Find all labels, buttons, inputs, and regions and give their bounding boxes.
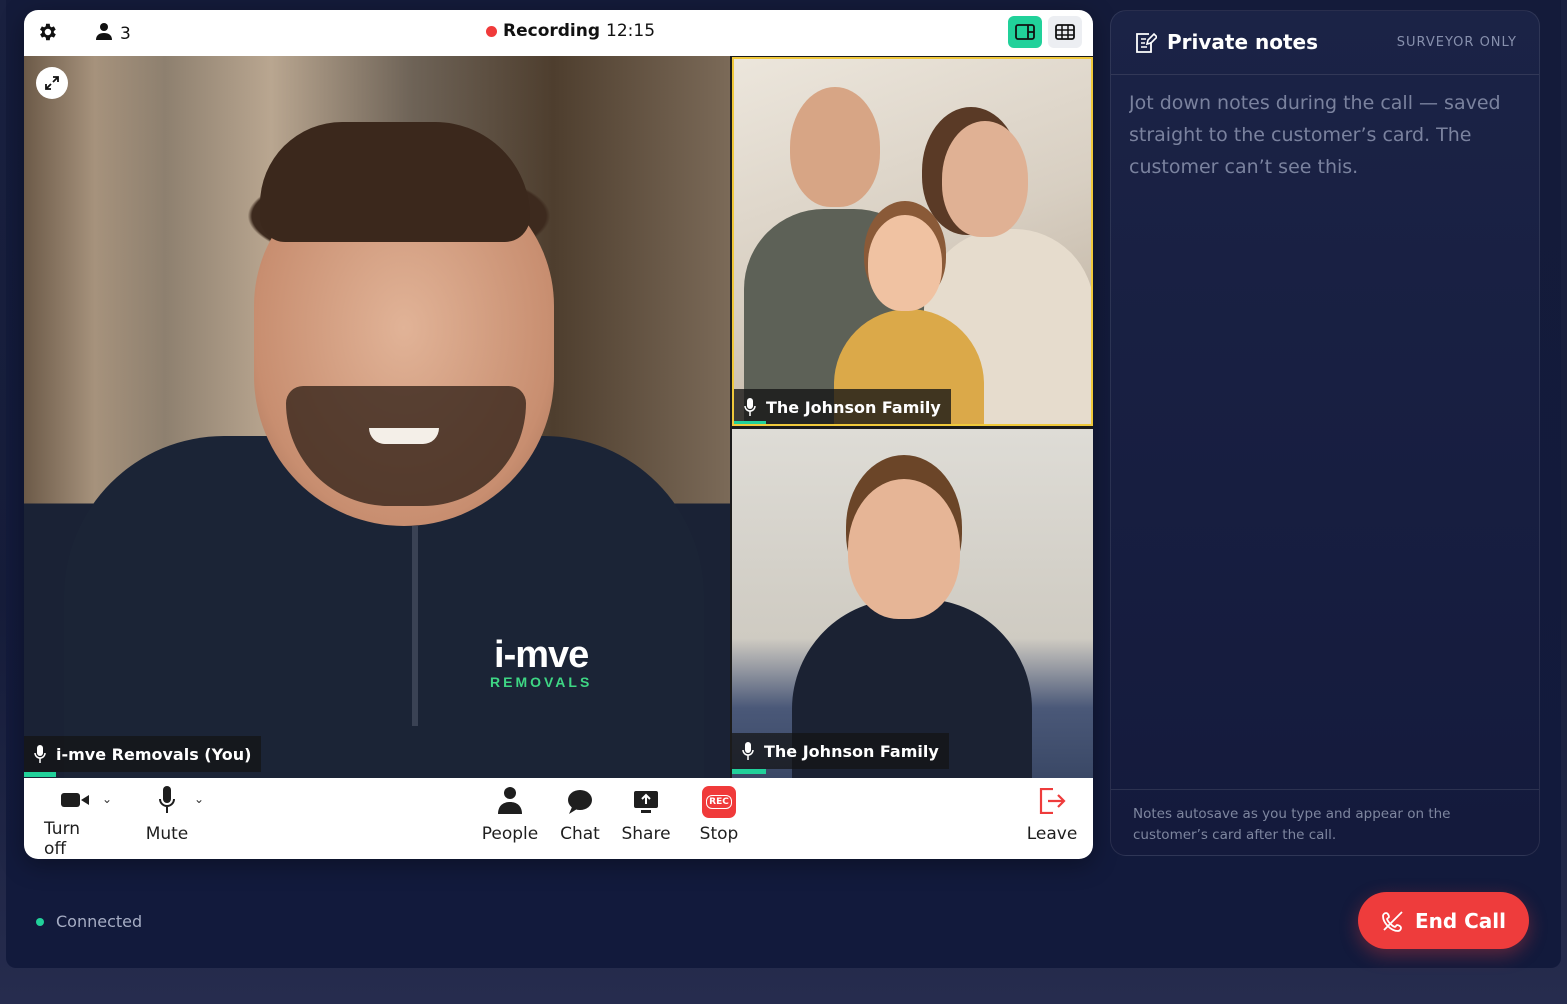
main-video-tile[interactable]: i-mve REMOVALS i-mve Removals (You) bbox=[24, 56, 730, 778]
tile-name-family: The Johnson Family bbox=[766, 397, 941, 417]
notes-textarea[interactable] bbox=[1129, 87, 1521, 777]
call-window: 3 Recording 12:15 i-mve REMOVALS i-mve R… bbox=[24, 10, 1093, 859]
end-call-label: End Call bbox=[1414, 908, 1507, 933]
tile-name-tag-teen: The Johnson Family bbox=[732, 733, 949, 769]
camera-options-chevron-icon[interactable]: ⌄ bbox=[102, 792, 112, 806]
call-topbar: 3 Recording 12:15 bbox=[24, 10, 1093, 56]
fullscreen-button[interactable] bbox=[36, 67, 68, 99]
camera-button[interactable]: Turn off bbox=[44, 778, 106, 859]
recording-label: Recording bbox=[503, 21, 601, 41]
participant-count-value: 3 bbox=[120, 23, 131, 44]
mic-icon bbox=[34, 745, 46, 763]
expand-icon bbox=[45, 76, 59, 90]
edit-note-icon bbox=[1133, 31, 1159, 59]
settings-icon[interactable] bbox=[36, 21, 58, 43]
video-stage: i-mve REMOVALS i-mve Removals (You) The … bbox=[24, 56, 1093, 778]
chat-button[interactable]: Chat bbox=[554, 778, 606, 859]
speaking-indicator bbox=[732, 769, 766, 774]
chat-label: Chat bbox=[560, 824, 600, 844]
grid-icon bbox=[1055, 24, 1075, 40]
private-notes-panel: Private notes SURVEYOR ONLY Notes autosa… bbox=[1110, 10, 1540, 856]
tile-name-tag-main: i-mve Removals (You) bbox=[24, 736, 262, 772]
participant-count[interactable]: 3 bbox=[96, 22, 131, 45]
sidebar-layout-icon bbox=[1015, 24, 1035, 40]
end-call-button[interactable]: End Call bbox=[1358, 892, 1529, 949]
call-controls: Turn off ⌄ Mute ⌄ People Chat Share REC … bbox=[24, 778, 1093, 859]
tile-name-teen: The Johnson Family bbox=[764, 741, 939, 761]
leave-icon bbox=[1039, 788, 1066, 814]
connection-status: Connected bbox=[36, 912, 142, 931]
notes-footer-text: Notes autosave as you type and appear on… bbox=[1111, 789, 1539, 857]
tile-name-main: i-mve Removals (You) bbox=[56, 744, 252, 764]
video-mother-face bbox=[942, 121, 1028, 237]
mute-button[interactable]: Mute bbox=[136, 778, 198, 859]
leave-button[interactable]: Leave bbox=[1022, 778, 1082, 859]
stop-label: Stop bbox=[699, 824, 739, 844]
stop-recording-button[interactable]: REC Stop bbox=[692, 778, 746, 859]
recording-dot-icon bbox=[486, 25, 497, 37]
recording-indicator: Recording 12:15 bbox=[486, 21, 655, 41]
people-label: People bbox=[481, 824, 539, 844]
status-dot-icon bbox=[36, 917, 44, 926]
rec-badge-text: REC bbox=[706, 795, 732, 809]
video-father-face bbox=[790, 87, 880, 207]
video-teen-face bbox=[848, 479, 960, 619]
grid-layout-button[interactable] bbox=[1048, 16, 1082, 48]
jacket-logo: i-mve REMOVALS bbox=[490, 636, 592, 690]
video-zip bbox=[412, 526, 418, 726]
video-surveyor-smile bbox=[369, 428, 439, 444]
speaking-indicator bbox=[24, 772, 56, 777]
notes-header: Private notes SURVEYOR ONLY bbox=[1111, 11, 1539, 75]
screen-share-icon bbox=[634, 791, 658, 813]
tile-name-tag-family: The Johnson Family bbox=[734, 389, 951, 424]
participant-tile-teen[interactable]: The Johnson Family bbox=[732, 429, 1093, 778]
mic-icon bbox=[744, 398, 756, 416]
share-label: Share bbox=[621, 824, 671, 844]
speaker-layout-button[interactable] bbox=[1008, 16, 1042, 48]
speaking-indicator bbox=[734, 421, 766, 424]
video-surveyor-hair bbox=[260, 122, 530, 242]
logo-text: i-mve bbox=[494, 634, 589, 676]
hang-up-icon bbox=[1382, 910, 1403, 932]
rec-icon: REC bbox=[702, 786, 736, 818]
video-child-face bbox=[868, 215, 942, 311]
people-button[interactable]: People bbox=[480, 778, 540, 859]
status-label: Connected bbox=[56, 912, 143, 931]
participant-tile-family[interactable]: The Johnson Family bbox=[732, 57, 1093, 426]
notes-title: Private notes bbox=[1167, 30, 1319, 54]
chat-bubble-icon bbox=[568, 790, 592, 814]
camera-label: Turn off bbox=[44, 819, 81, 859]
logo-subtext: REMOVALS bbox=[490, 674, 593, 690]
leave-label: Leave bbox=[1026, 824, 1078, 844]
mic-options-chevron-icon[interactable]: ⌄ bbox=[194, 792, 204, 806]
video-camera-icon bbox=[61, 793, 89, 807]
people-icon bbox=[498, 787, 522, 814]
share-button[interactable]: Share bbox=[618, 778, 674, 859]
surveyor-only-badge: SURVEYOR ONLY bbox=[1396, 35, 1517, 50]
mic-icon bbox=[742, 742, 754, 760]
microphone-icon bbox=[159, 786, 175, 813]
mute-label: Mute bbox=[145, 824, 189, 844]
person-icon bbox=[96, 22, 112, 45]
recording-time: 12:15 bbox=[606, 21, 656, 41]
